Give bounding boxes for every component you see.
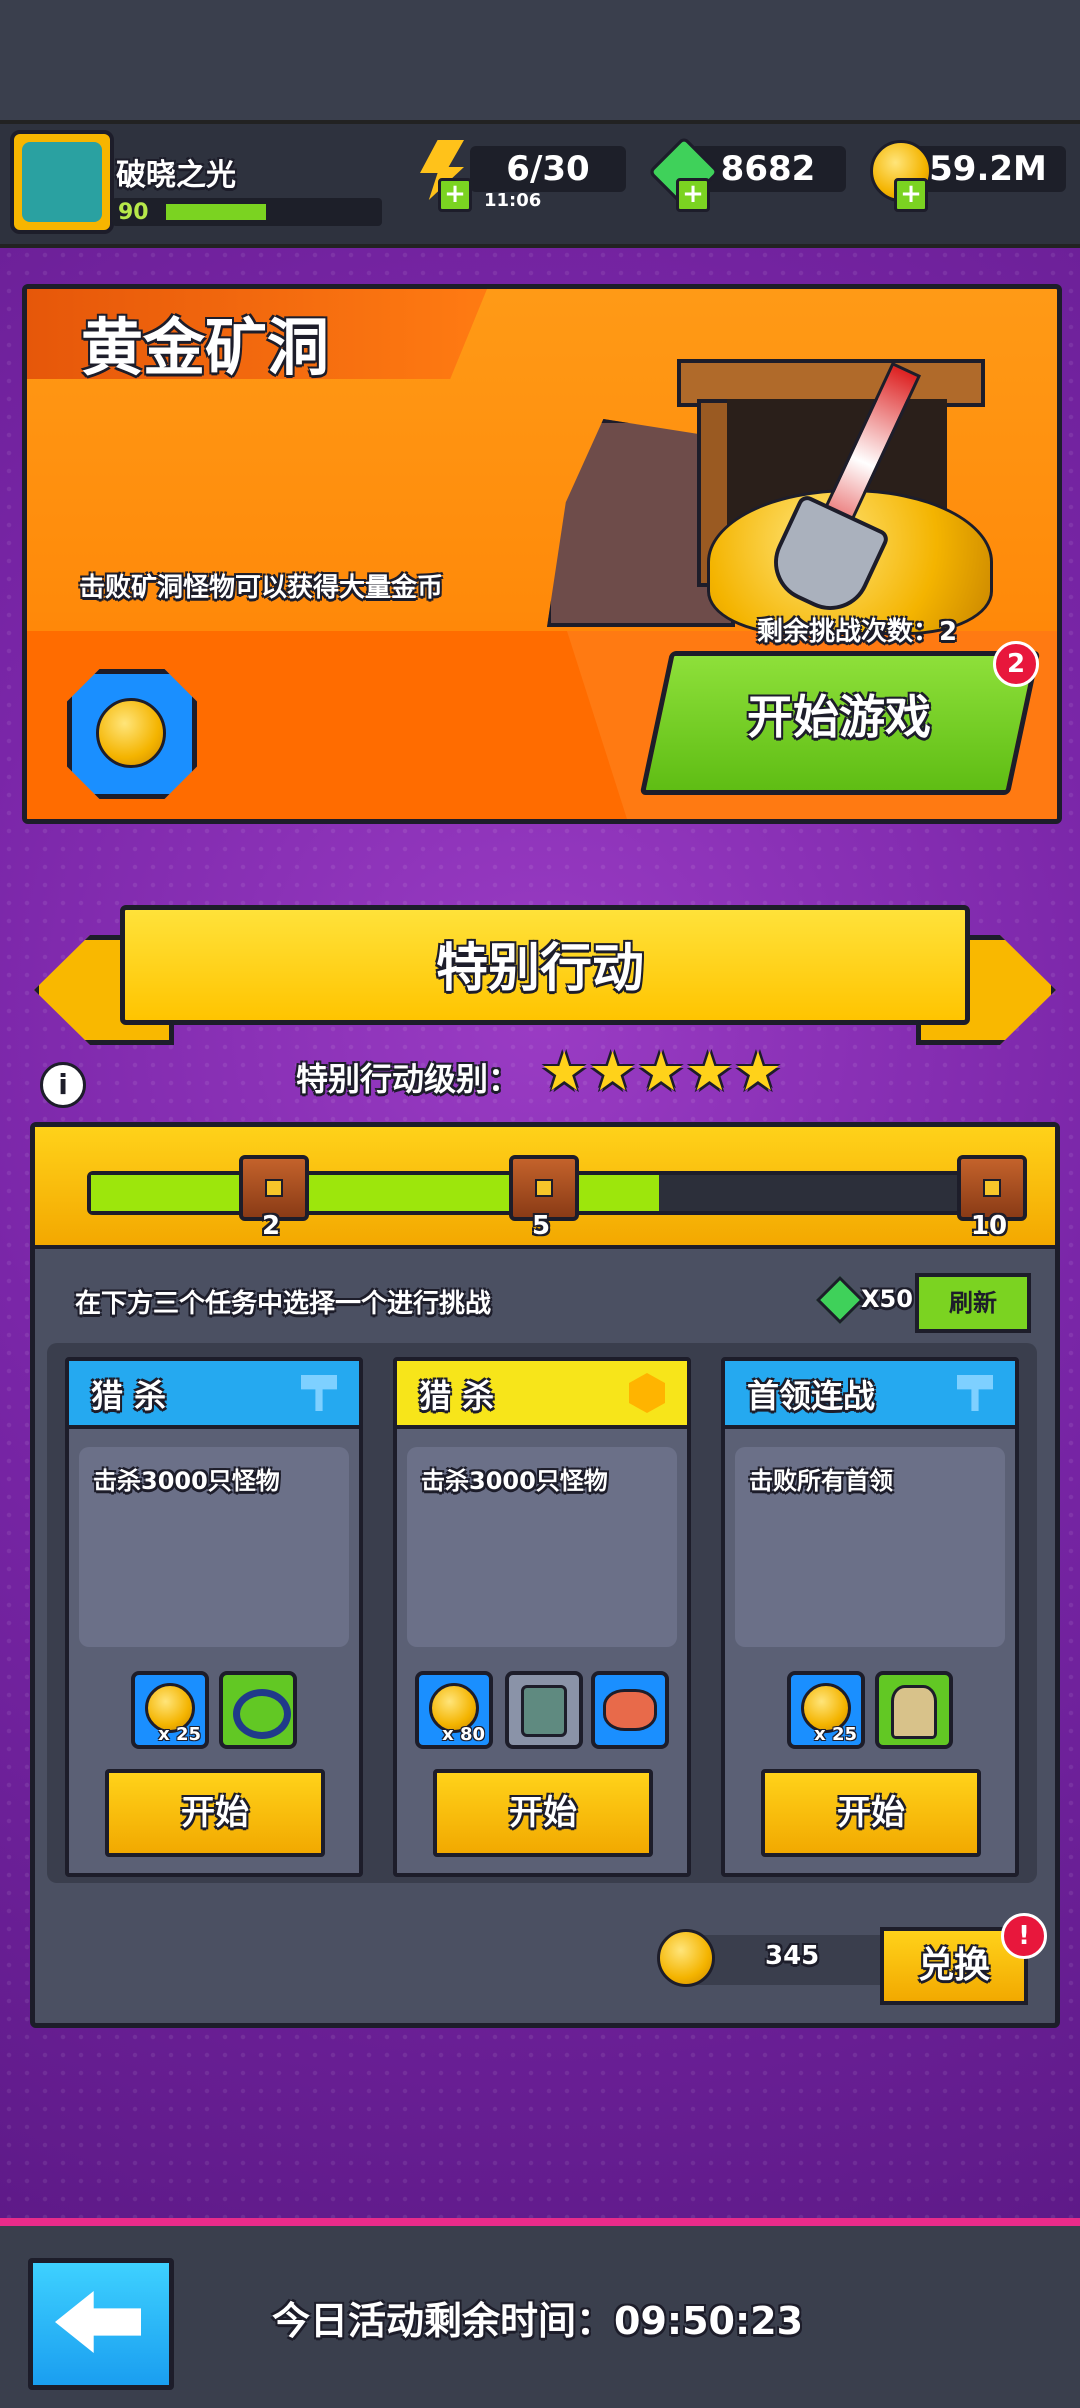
special-ops-panel: 2 5 10 在下方三个任务中选择一个进行挑战 X50 刷新 猎 杀 击杀300… [30,1122,1060,2028]
reward-coins[interactable]: x 25 [131,1671,209,1749]
card-desc-box: 击杀3000只怪物 [407,1447,677,1647]
card-title: 猎 杀 [419,1377,495,1415]
card-title: 猎 杀 [91,1377,167,1415]
card-desc-box: 击杀3000只怪物 [79,1447,349,1647]
milestone-label: 5 [531,1211,551,1241]
mission-card: 猎 杀 击杀3000只怪物 x 80 开始 [393,1357,691,1877]
mission-card: 首领连战 击败所有首领 x 25 开始 [721,1357,1019,1877]
star-icon: ★ [588,1040,637,1103]
card-description: 击败所有首领 [749,1467,893,1495]
back-button[interactable] [28,2258,174,2390]
gold-mine-panel: 黄金矿洞 击败矿洞怪物可以获得大量金币 剩余挑战次数：2 开始游戏 2 [22,284,1062,824]
reward-coins[interactable]: x 25 [787,1671,865,1749]
player-level: 90 [118,200,149,225]
reward-coins[interactable]: x 80 [415,1671,493,1749]
gold-count: 59.2M [910,146,1066,192]
reward-count: x 80 [442,1724,485,1745]
star-icon: ★ [540,1040,589,1103]
glove-icon [891,1685,937,1739]
start-mission-button[interactable]: 开始 [105,1769,325,1857]
card-description: 击杀3000只怪物 [93,1467,280,1495]
avatar[interactable] [10,130,114,234]
remaining-attempts: 剩余挑战次数：2 [757,617,958,647]
start-mission-button[interactable]: 开始 [433,1769,653,1857]
mission-card: 猎 杀 击杀3000只怪物 x 25 开始 [65,1357,363,1877]
mine-reward-slot[interactable] [67,669,197,799]
status-area [0,0,1080,120]
level-stars: ★★★★★ [540,1040,782,1103]
add-energy-button[interactable]: + [438,178,472,212]
energy-timer: 11:06 [484,190,542,211]
bracer-icon [603,1689,657,1731]
belt-icon [233,1689,291,1739]
challenge-instruction: 在下方三个任务中选择一个进行挑战 [75,1289,492,1319]
reward-item[interactable] [875,1671,953,1749]
card-description: 击杀3000只怪物 [421,1467,608,1495]
level-progress-fill [166,204,266,220]
mine-title: 黄金矿洞 [81,311,330,384]
star-icon: ★ [733,1040,783,1103]
star-icon: ★ [685,1040,734,1103]
special-level-label: 特别行动级别： [296,1060,521,1098]
back-arrow-icon [55,2291,141,2353]
gold-mine-illustration [547,339,1047,639]
milestone-label: 2 [261,1211,281,1241]
avatar-image [22,142,102,222]
attempts-badge: 2 [993,641,1039,687]
info-icon[interactable]: i [40,1062,86,1108]
add-gems-button[interactable]: + [676,178,710,212]
gold-coin-icon [96,698,166,768]
reward-item[interactable] [505,1671,583,1749]
star-icon: ★ [636,1040,686,1103]
exchange-alert-badge: ! [1001,1913,1047,1959]
reward-count: x 25 [158,1724,201,1745]
mine-description: 击败矿洞怪物可以获得大量金币 [79,573,444,603]
level-bar: 90 [112,198,382,226]
energy-count: 6/30 [470,146,626,192]
milestone-strip: 2 5 10 [35,1127,1055,1249]
refresh-button[interactable]: 刷新 [915,1273,1031,1333]
card-desc-box: 击败所有首领 [735,1447,1005,1647]
mission-cards: 猎 杀 击杀3000只怪物 x 25 开始 猎 杀 击杀3000只怪物 x 80… [47,1343,1037,1883]
start-game-label: 开始游戏 [747,690,931,744]
reward-item[interactable] [591,1671,669,1749]
player-name: 破晓之光 [116,158,236,193]
card-title: 首领连战 [747,1377,876,1415]
reward-count: x 25 [814,1724,857,1745]
gold-coin-icon [657,1929,715,1987]
event-time-remaining: 今日活动剩余时间：09:50:23 [272,2299,804,2343]
refresh-cost: X50 [861,1285,913,1313]
milestone-label: 10 [970,1211,1008,1241]
start-mission-button[interactable]: 开始 [761,1769,981,1857]
coin-balance: 345 [765,1941,820,1971]
special-title: 特别行动 [435,939,644,999]
reward-item[interactable] [219,1671,297,1749]
add-gold-button[interactable]: + [894,178,928,212]
armor-icon [521,1685,567,1737]
gem-icon [815,1275,865,1325]
